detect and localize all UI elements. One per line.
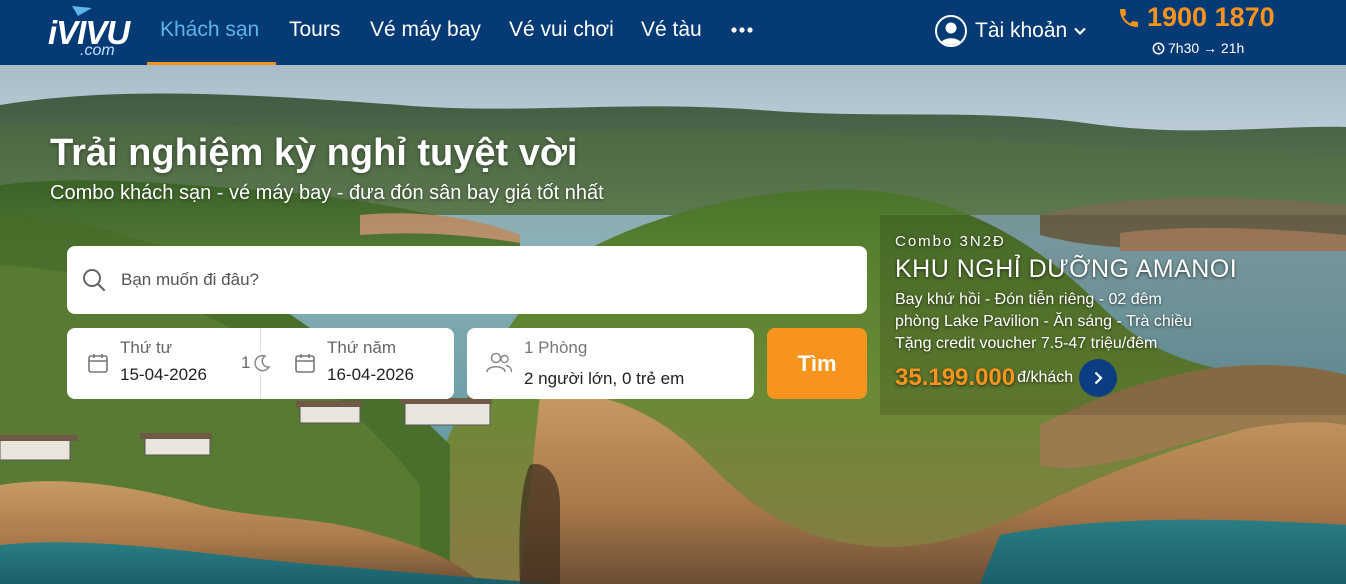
promo-price-row: 35.199.000 đ/khách [895,359,1325,397]
ivivu-logo[interactable]: iVIVU .com [48,6,130,60]
promo-name: KHU NGHỈ DƯỠNG AMANOI [895,255,1238,283]
hero-banner: Trải nghiệm kỳ nghỉ tuyệt vời Combo khác… [0,65,1346,584]
rooms-value: 1 Phòng [524,338,588,357]
nights-count: 1 [241,351,273,375]
destination-search-box[interactable] [67,246,867,314]
checkin-date-value: 15-04-2026 [120,365,207,384]
working-hours: 7h30 → 21h [1152,40,1244,56]
users-icon [486,352,513,373]
hotline-number: 1900 1870 [1147,2,1275,32]
account-menu[interactable]: Tài khoản [935,14,1087,48]
nav-item-trains[interactable]: Vé tàu [641,18,702,42]
chevron-down-icon [1074,27,1087,36]
chevron-right-icon [1094,371,1103,385]
destination-input[interactable] [121,270,821,290]
phone-icon [1120,8,1138,27]
checkin-day-label: Thứ tư [120,338,173,357]
user-avatar-icon [935,15,967,47]
calendar-icon [295,354,315,373]
promo-price: 35.199.000 [895,364,1016,391]
promo-next-button[interactable] [1079,359,1118,397]
rooms-guests-selector[interactable]: 1 Phòng 2 người lớn, 0 trẻ em [467,328,754,399]
nav-item-flights[interactable]: Vé máy bay [370,18,481,42]
guests-value: 2 người lớn, 0 trẻ em [524,369,685,388]
hero-title: Trải nghiệm kỳ nghỉ tuyệt vời [50,132,578,174]
nav-item-tours[interactable]: Tours [289,18,340,42]
checkout-date-field[interactable]: Thứ năm 16-04-2026 [274,328,454,399]
hero-subtitle: Combo khách sạn - vé máy bay - đưa đón s… [50,182,604,204]
checkout-day-label: Thứ năm [327,338,397,357]
promo-line: phòng Lake Pavilion - Ăn sáng - Trà chiề… [895,313,1193,330]
working-hours-text: 7h30 → 21h [1168,40,1245,56]
moon-icon [254,354,271,372]
calendar-icon [88,354,108,373]
top-nav: iVIVU .com Khách sạn Tours Vé máy bay Vé… [0,0,1346,65]
promo-line: Tặng credit voucher 7.5-47 triệu/đêm [895,335,1158,352]
promo-line: Bay khứ hồi - Đón tiễn riêng - 02 đêm [895,291,1162,308]
promo-card[interactable]: Combo 3N2Đ KHU NGHỈ DƯỠNG AMANOI Bay khứ… [895,233,1325,397]
promo-tag: Combo 3N2Đ [895,233,1006,250]
checkin-date-field[interactable]: Thứ tư 15-04-2026 [67,328,260,399]
nav-item-attractions[interactable]: Vé vui chơi [509,18,614,42]
hotline[interactable]: 1900 1870 [1117,2,1275,33]
promo-price-unit: đ/khách [1017,369,1074,386]
search-button[interactable]: Tìm [767,328,867,399]
nights-count-value: 1 [241,353,251,372]
ellipsis-icon[interactable] [730,20,754,40]
account-label: Tài khoản [975,19,1068,42]
nav-item-hotels[interactable]: Khách sạn [160,18,259,42]
checkout-date-value: 16-04-2026 [327,365,414,384]
clock-icon [1152,42,1165,54]
search-icon [83,269,106,292]
logo-suffix-text: .com [80,42,115,59]
date-range-picker[interactable]: Thứ tư 15-04-2026 1 Thứ năm 16-04-2026 [67,328,454,399]
